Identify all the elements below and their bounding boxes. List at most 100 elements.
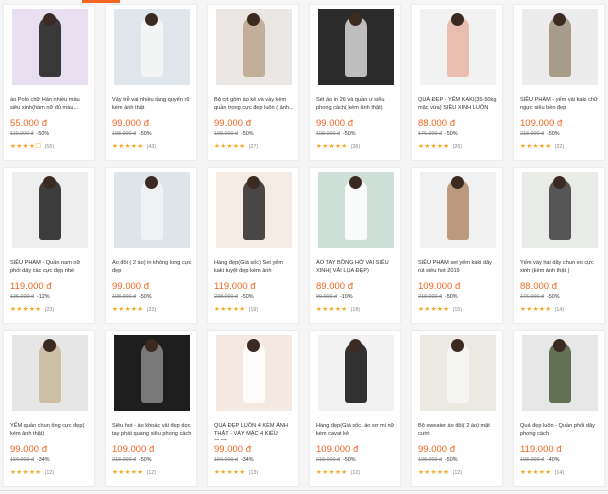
product-title[interactable]: SIÊU PHẨM - Quần nam nữ phối dây các cực… [10,259,90,277]
model-figure [39,180,61,240]
product-card[interactable]: SIÊU PHẨM set yếm kaki dây rút siêu hot … [411,167,503,324]
product-card[interactable]: Hàng đẹp(Giá sốc. áo sơ mi nữ kèm cavat … [309,330,401,487]
product-title[interactable]: Bộ crt gồm áo kẻ và váy kèm quần trong c… [214,96,294,114]
product-price: 99.000 đ [418,444,455,455]
product-card[interactable]: SIÊU PHẨM - yếm vải kaki chữ ngực siêu b… [513,4,605,161]
price-original-row: 218.000 đ -50% [418,294,458,300]
price-original-row: 218.000 đ -50% [112,457,152,463]
product-image[interactable] [420,9,496,85]
product-card[interactable]: Quá đẹp luôn - Quần phối dây phong cách … [513,330,605,487]
product-title[interactable]: Quá đẹp luôn - Quần phối dây phong cách [520,422,600,440]
review-count: (12) [452,470,463,476]
model-head [349,339,362,352]
product-card[interactable]: Váy trễ vai nhiều tầng quyến rũ kèm ảnh … [105,4,197,161]
product-title[interactable]: YẾM quần chun ống cực đẹp( kèm ảnh thật) [10,422,90,440]
product-title[interactable]: Siêu hot - áo khoác vải đẹp dọc tay phát… [112,422,192,440]
model-figure [345,17,367,77]
rating-stars-icon: ★★★★★ [10,469,42,476]
product-card[interactable]: Bộ crt gồm áo kẻ và váy kèm quần trong c… [207,4,299,161]
product-image[interactable] [420,172,496,248]
model-head [451,339,464,352]
product-card[interactable]: Sét áo in 26 và quần ư siêu phong cách( … [309,4,401,161]
rating-row: ★★★★★ (14) [520,305,564,313]
rating-row: ★★★★☐ (55) [10,142,54,150]
discount-badge: -40% [546,457,560,463]
price-original-row: 198.000 đ -50% [112,131,152,137]
product-title[interactable]: Váy trễ vai nhiều tầng quyến rũ kèm ảnh … [112,96,192,114]
model-figure [447,17,469,77]
model-figure [39,343,61,403]
product-image[interactable] [114,335,190,411]
product-title[interactable]: Hàng đẹp(Giá sốc) Set yếm kaki tuyệt đẹp… [214,259,294,277]
rating-row: ★★★★★ (43) [112,142,156,150]
review-count: (22) [146,307,157,313]
product-price: 99.000 đ [316,118,353,129]
model-head [451,176,464,189]
product-card[interactable]: Siêu hot - áo khoác vải đẹp dọc tay phát… [105,330,197,487]
model-figure [447,343,469,403]
product-title[interactable]: SIÊU PHẨM - yếm vải kaki chữ ngực siêu b… [520,96,600,114]
product-card[interactable]: Bộ sweater áo đôi( 2 áo) mặt cười 99.000… [411,330,503,487]
product-card[interactable]: QUÁ ĐẸP - YẾM KAKI(35-50kg mặc vừa) SIÊU… [411,4,503,161]
review-count: (19) [248,307,259,313]
model-head [43,13,56,26]
product-image[interactable] [318,335,394,411]
price-original-row: 198.000 đ -50% [214,131,254,137]
product-title[interactable]: Bộ sweater áo đôi( 2 áo) mặt cười [418,422,498,440]
product-card[interactable]: Áo đôi ( 2 áo) in không long cực đẹp 99.… [105,167,197,324]
divider [0,490,608,491]
rating-stars-icon: ★★★★★ [112,306,144,313]
product-image[interactable] [12,172,88,248]
rating-stars-icon: ★★★★★ [214,469,246,476]
review-count: (27) [248,144,259,150]
original-price: 218.000 đ [316,457,340,463]
model-figure [549,180,571,240]
product-image[interactable] [522,9,598,85]
product-image[interactable] [216,9,292,85]
original-price: 198.000 đ [520,457,544,463]
product-image[interactable] [420,335,496,411]
product-card[interactable]: SIÊU PHẨM - Quần nam nữ phối dây các cực… [3,167,95,324]
product-image[interactable] [522,335,598,411]
product-title[interactable]: Sét áo in 26 và quần ư siêu phong cách( … [316,96,396,114]
product-title[interactable]: Áo đôi ( 2 áo) in không long cực đẹp [112,259,192,277]
product-title[interactable]: QUÁ ĐẸP LUÔN 4 KÈM ẢNH THẬT - VÁY MẶC 4 … [214,422,294,440]
product-card[interactable]: Yếm váy hai dây chun eo cực xinh (kèm ản… [513,167,605,324]
model-figure [141,180,163,240]
product-title[interactable]: ÁO TAY BỒNG HỞ VAI SIÊU XINH( VẢI LỤA ĐẸ… [316,259,396,277]
product-image[interactable] [114,172,190,248]
original-price: 198.000 đ [316,131,340,137]
product-title[interactable]: áo Polo chữ Hán nhiều màu siêu xinh(hàm … [10,96,90,114]
product-card[interactable]: Hàng đẹp(Giá sốc) Set yếm kaki tuyệt đẹp… [207,167,299,324]
review-count: (12) [44,470,55,476]
product-title[interactable]: QUÁ ĐẸP - YẾM KAKI(35-50kg mặc vừa) SIÊU… [418,96,498,114]
product-image[interactable] [216,335,292,411]
original-price: 99.000 đ [316,294,337,300]
discount-badge: -50% [342,131,356,137]
product-card[interactable]: YẾM quần chun ống cực đẹp( kèm ảnh thật)… [3,330,95,487]
product-title[interactable]: SIÊU PHẨM set yếm kaki dây rút siêu hot … [418,259,498,277]
product-price: 99.000 đ [112,281,149,292]
product-image[interactable] [114,9,190,85]
rating-row: ★★★★★ (13) [214,468,258,476]
product-card[interactable]: QUÁ ĐẸP LUÔN 4 KÈM ẢNH THẬT - VÁY MẶC 4 … [207,330,299,487]
model-figure [243,180,265,240]
model-head [349,13,362,26]
product-image[interactable] [318,172,394,248]
rating-stars-icon: ★★★★★ [112,143,144,150]
product-title[interactable]: Yếm váy hai dây chun eo cực xinh (kèm ản… [520,259,600,277]
product-image[interactable] [522,172,598,248]
review-count: (23) [44,307,55,313]
product-image[interactable] [12,9,88,85]
product-image[interactable] [216,172,292,248]
product-card[interactable]: ÁO TAY BỒNG HỞ VAI SIÊU XINH( VẢI LỤA ĐẸ… [309,167,401,324]
product-title[interactable]: Hàng đẹp(Giá sốc. áo sơ mi nữ kèm cavat … [316,422,396,440]
product-image[interactable] [318,9,394,85]
product-image[interactable] [12,335,88,411]
product-price: 119.000 đ [214,281,256,292]
price-original-row: 176.000 đ -50% [520,294,560,300]
model-figure [243,343,265,403]
price-original-row: 238.000 đ -50% [214,294,254,300]
product-card[interactable]: áo Polo chữ Hán nhiều màu siêu xinh(hàm … [3,4,95,161]
product-price: 109.000 đ [316,444,359,455]
